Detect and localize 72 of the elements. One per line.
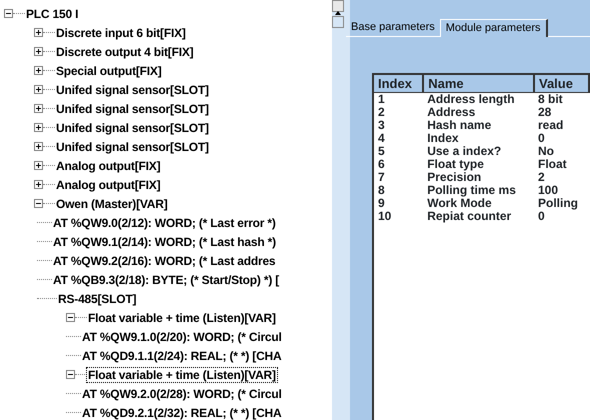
tree-item[interactable]: AT %QW9.2(2/16): WORD; (* Last addres <box>52 254 276 268</box>
table-cell-text: Polling <box>536 197 579 210</box>
table-cell-text: Precision <box>426 171 482 184</box>
scroll-thumb[interactable] <box>332 16 344 28</box>
table-cell-text: 6 <box>377 158 386 171</box>
tree-item[interactable]: AT %QD9.2.1(2/32): REAL; (* *) [CHA <box>81 406 282 420</box>
table-cell-text: 7 <box>377 171 386 184</box>
expand-icon[interactable] <box>34 47 43 56</box>
tree-item[interactable]: AT %QW9.1(2/14): WORD; (* Last hash *) <box>52 234 277 248</box>
table-cell-text: Float <box>536 158 568 171</box>
tab[interactable]: Module parameters <box>440 19 548 37</box>
tree-item[interactable]: Unifed signal sensor[SLOT] <box>55 82 210 96</box>
collapse-icon[interactable] <box>66 370 75 379</box>
table-cell-text: Repiat counter <box>426 210 512 223</box>
table-cell-text: 9 <box>377 197 386 210</box>
collapse-icon[interactable] <box>34 199 43 208</box>
table-cell-text: 0 <box>536 210 545 223</box>
table-cell-text: Use a index? <box>426 145 502 158</box>
tree-item[interactable]: Float variable + time (Listen)[VAR] <box>87 310 277 324</box>
table-cell-text: Float type <box>426 158 485 171</box>
collapse-icon[interactable] <box>66 313 75 322</box>
tree-item[interactable]: AT %QB9.3(2/18): BYTE; (* Start/Stop) *) [ <box>52 272 280 286</box>
table-cell-text: 8 <box>377 184 386 197</box>
table-cell-text: 0 <box>536 132 546 145</box>
table-cell-text: read <box>536 119 564 132</box>
tree-item[interactable]: Discrete output 4 bit[FIX] <box>55 44 194 58</box>
tree-item[interactable]: Unifed signal sensor[SLOT] <box>55 120 210 134</box>
column-header[interactable]: Value <box>534 75 589 92</box>
expand-icon[interactable] <box>34 66 43 75</box>
expand-icon[interactable] <box>34 104 43 113</box>
tree-item[interactable]: AT %QW9.1.0(2/20): WORD; (* Circul <box>81 330 283 344</box>
expand-icon[interactable] <box>34 180 43 189</box>
table-cell: Address length <box>423 92 534 106</box>
table-cell-text: Address <box>426 106 476 119</box>
table-cell-text: Work Mode <box>426 197 493 210</box>
tree-item[interactable]: Analog output[FIX] <box>55 158 162 172</box>
tree-item[interactable]: AT %QW9.2.0(2/28): WORD; (* Circul <box>81 386 283 400</box>
tab[interactable]: Base parameters <box>346 19 440 36</box>
tree-item[interactable]: Special output[FIX] <box>55 64 163 78</box>
tree-item[interactable]: Owen (Master)[VAR] <box>55 196 169 210</box>
collapse-icon[interactable] <box>4 9 13 18</box>
tree-item[interactable]: RS-485[SLOT] <box>57 292 138 306</box>
table-cell-text: 5 <box>377 145 386 158</box>
tree-item[interactable]: Discrete input 6 bit[FIX] <box>55 26 187 40</box>
table-cell-text: 10 <box>377 210 392 223</box>
table-cell-text: Polling time ms <box>426 184 517 197</box>
expand-icon[interactable] <box>34 161 43 170</box>
tree-item[interactable]: AT %QW9.0(2/12): WORD; (* Last error *) <box>52 216 277 230</box>
table-cell-text: 2 <box>377 106 386 119</box>
table-cell-text: 3 <box>377 119 386 132</box>
table-cell-text: 28 <box>536 106 552 119</box>
expand-icon[interactable] <box>34 123 43 132</box>
table-cell: 8 bit <box>534 92 589 106</box>
expand-icon[interactable] <box>34 142 43 151</box>
tree-item[interactable]: Analog output[FIX] <box>55 178 162 192</box>
tree-item[interactable]: PLC 150 I <box>25 6 80 20</box>
tree-item[interactable]: AT %QD9.1.1(2/24): REAL; (* *) [CHA <box>81 348 282 362</box>
tree-item[interactable]: Unifed signal sensor[SLOT] <box>55 140 210 154</box>
table-cell-text: Index <box>426 132 460 145</box>
expand-icon[interactable] <box>34 85 43 94</box>
table-cell: 1 <box>374 92 424 106</box>
table-cell-text: No <box>536 145 555 158</box>
table-cell-text: Hash name <box>426 119 492 132</box>
column-header[interactable]: Name <box>423 75 534 92</box>
table-cell-text: 4 <box>377 132 386 145</box>
tree-item[interactable]: Unifed signal sensor[SLOT] <box>55 102 210 116</box>
tree-item[interactable]: Float variable + time (Listen)[VAR] <box>87 368 277 382</box>
expand-icon[interactable] <box>34 28 43 37</box>
scroll-up-button[interactable] <box>332 0 344 12</box>
table-cell-text: 100 <box>536 184 560 197</box>
column-header[interactable]: Index <box>374 75 424 92</box>
table-cell-text: 2 <box>536 171 546 184</box>
